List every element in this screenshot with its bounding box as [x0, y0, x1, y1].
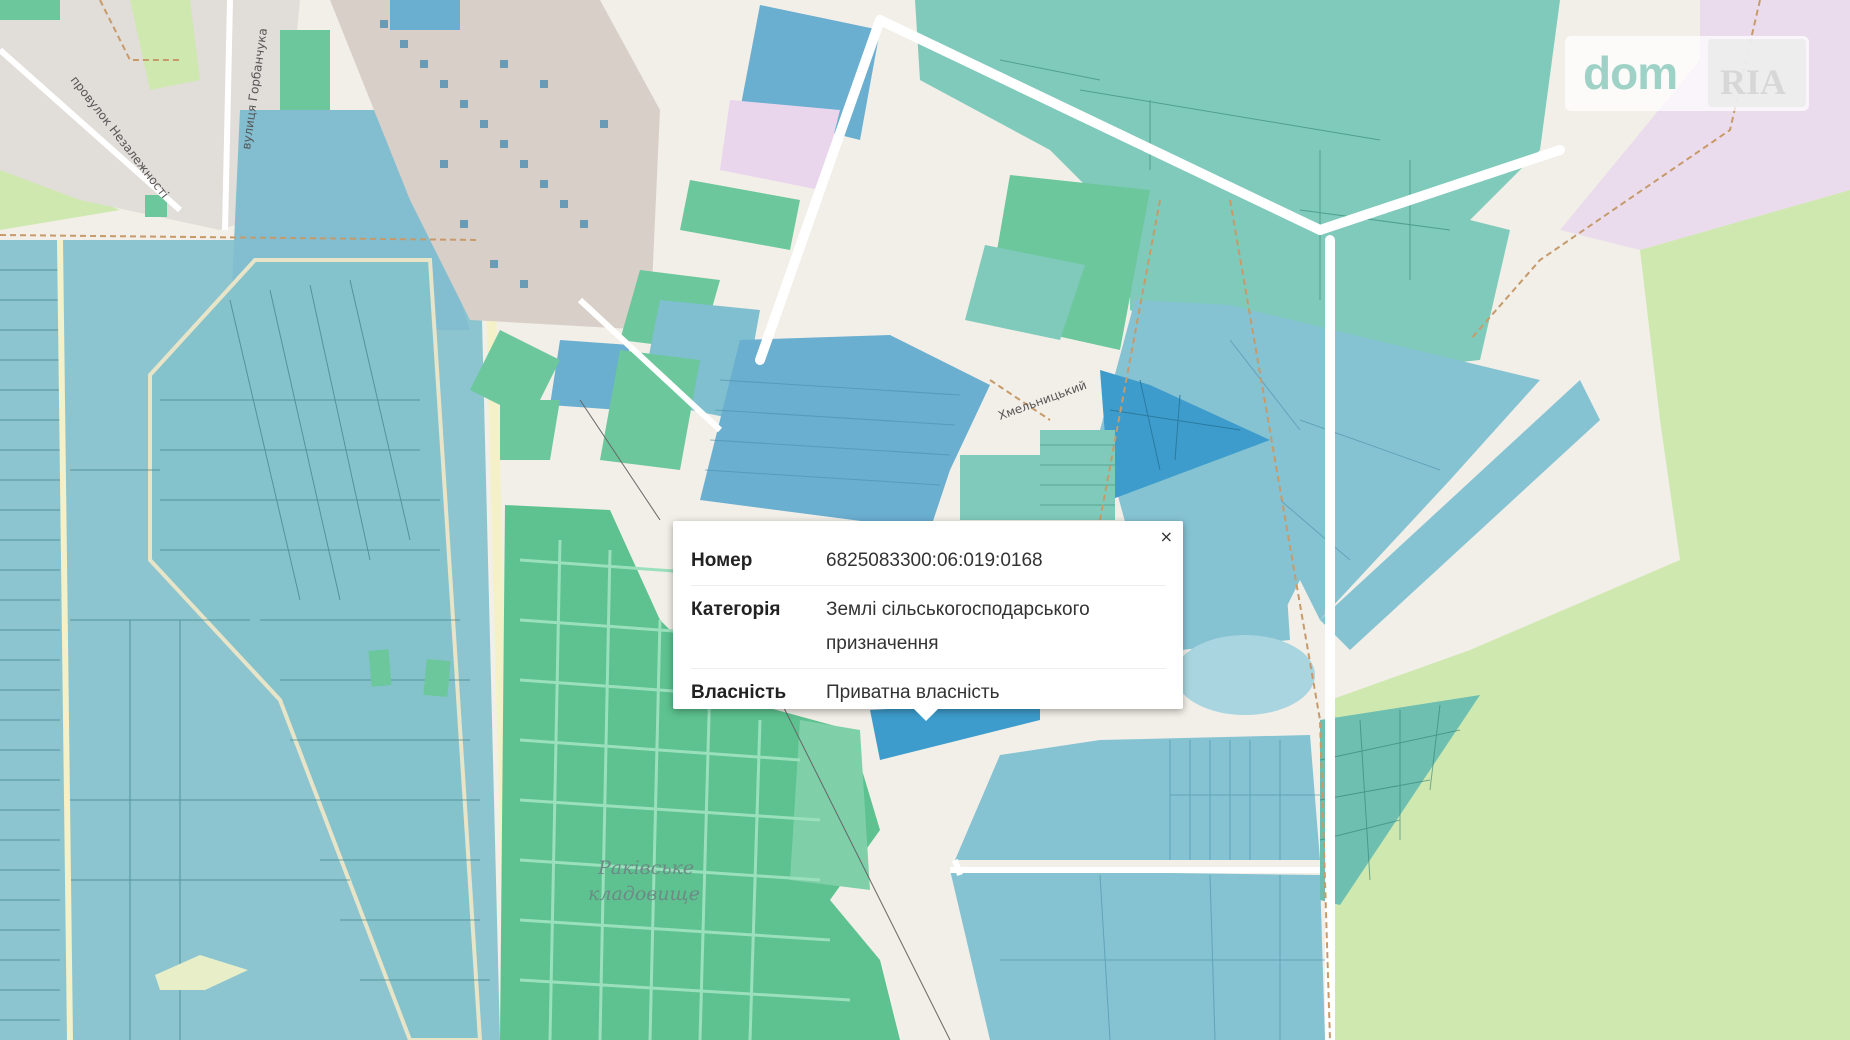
domria-logo: dom RIA	[1565, 36, 1809, 111]
popup-tip	[912, 707, 940, 721]
blue-parcels-bottom[interactable]	[955, 735, 1320, 860]
info-key: Категорія	[691, 585, 826, 669]
logo-ria-badge: RIA	[1708, 39, 1806, 107]
parcel-info-popup: × Номер 6825083300:06:019:0168 Категорія…	[673, 521, 1183, 709]
info-value: 6825083300:06:019:0168	[826, 537, 1166, 586]
info-row-category: Категорія Землі сільськогосподарського п…	[691, 585, 1166, 669]
parcel-info-table: Номер 6825083300:06:019:0168 Категорія З…	[691, 537, 1166, 717]
logo-dom-text: dom	[1583, 47, 1678, 99]
cadastral-map[interactable]: провулок Незалежності вулиця Горбанчука …	[0, 0, 1850, 1040]
logo-ria-text: RIA	[1720, 62, 1787, 102]
cemetery-label-line1: Ракiвське	[597, 857, 694, 879]
info-value: Приватна власність	[826, 682, 1000, 703]
info-row-number: Номер 6825083300:06:019:0168	[691, 537, 1166, 586]
cemetery-label-line2: кладовище	[588, 883, 700, 905]
info-key: Власність	[691, 682, 787, 703]
info-value: Землі сільськогосподарського призначення	[826, 585, 1166, 669]
info-key: Номер	[691, 537, 826, 586]
lake	[1175, 635, 1315, 715]
